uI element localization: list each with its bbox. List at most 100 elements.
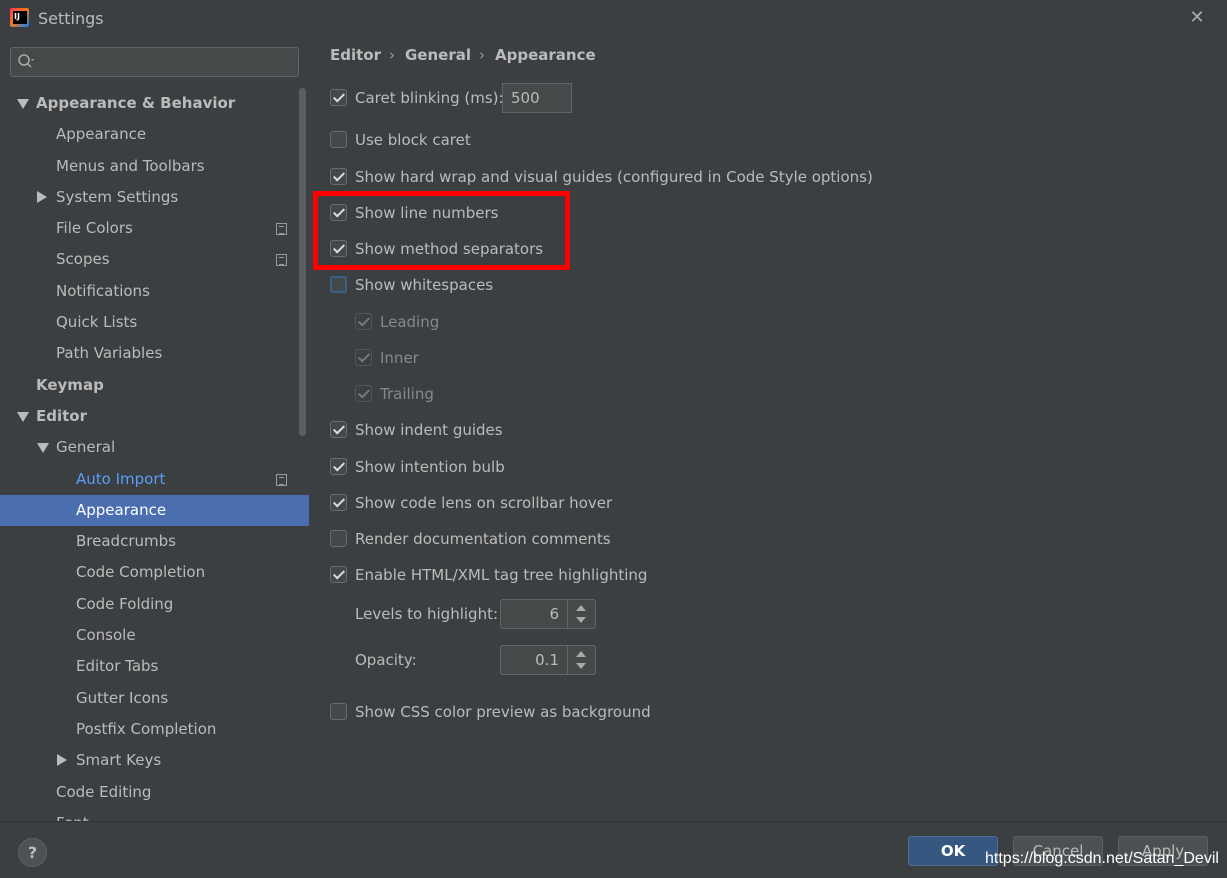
settings-sidebar: Appearance & Behavior Appearance Menus and… bbox=[0, 36, 309, 821]
block-caret-label: Use block caret bbox=[355, 131, 471, 149]
sidebar-scrollbar[interactable] bbox=[299, 88, 306, 436]
levels-value[interactable]: 6 bbox=[549, 600, 559, 628]
intellij-logo-icon bbox=[10, 8, 29, 27]
title-bar: Settings ✕ bbox=[0, 0, 1227, 36]
opacity-spinner[interactable]: 0.1 bbox=[500, 645, 596, 675]
tree-item-label: Smart Keys bbox=[76, 751, 162, 770]
tree-item[interactable]: Gutter Icons bbox=[0, 683, 309, 714]
tree-item-label: Appearance bbox=[76, 500, 167, 519]
tree-item-label: Menus and Toolbars bbox=[56, 156, 205, 175]
tree-item-label: Editor Tabs bbox=[76, 657, 159, 676]
tree-item[interactable]: Quick Lists bbox=[0, 307, 309, 338]
tree-item[interactable]: General bbox=[0, 432, 309, 463]
breadcrumb-item[interactable]: General bbox=[405, 46, 471, 64]
indent-guides-checkbox[interactable] bbox=[330, 421, 347, 438]
tree-item[interactable]: Keymap bbox=[0, 370, 309, 401]
watermark-text: https://blog.csdn.net/Satan_Devil bbox=[985, 850, 1219, 867]
css-preview-checkbox[interactable] bbox=[330, 703, 347, 720]
tree-item-label: Path Variables bbox=[56, 344, 163, 363]
render-docs-checkbox[interactable] bbox=[330, 530, 347, 547]
leading-checkbox bbox=[355, 313, 372, 330]
levels-spinner[interactable]: 6 bbox=[500, 599, 596, 629]
caret-blinking-checkbox[interactable] bbox=[330, 89, 347, 106]
caret-blinking-label: Caret blinking (ms): bbox=[355, 89, 504, 107]
tree-item[interactable]: Console bbox=[0, 620, 309, 651]
spinner-buttons[interactable] bbox=[567, 646, 595, 674]
settings-tree: Appearance & Behavior Appearance Menus and… bbox=[0, 88, 309, 821]
tree-item[interactable]: Smart Keys bbox=[0, 745, 309, 776]
option-intention-bulb[interactable]: Show intention bulb bbox=[330, 455, 550, 479]
chevron-down-icon[interactable] bbox=[17, 99, 29, 109]
option-tag-tree[interactable]: Enable HTML/XML tag tree highlighting bbox=[330, 563, 690, 587]
intention-bulb-checkbox[interactable] bbox=[330, 458, 347, 475]
tree-item[interactable]: Appearance bbox=[0, 494, 309, 527]
tag-tree-checkbox[interactable] bbox=[330, 566, 347, 583]
tree-item-label: Keymap bbox=[36, 375, 104, 394]
chevron-right-icon[interactable] bbox=[57, 754, 67, 767]
tree-item[interactable]: Auto Import bbox=[0, 464, 309, 495]
project-scope-icon bbox=[276, 254, 287, 267]
help-button[interactable]: ? bbox=[18, 838, 47, 867]
block-caret-checkbox[interactable] bbox=[330, 131, 347, 148]
option-whitespaces[interactable]: Show whitespaces bbox=[330, 273, 550, 297]
spinner-down-icon[interactable] bbox=[576, 617, 586, 623]
spinner-buttons[interactable] bbox=[567, 600, 595, 628]
chevron-right-icon: › bbox=[479, 46, 485, 64]
tree-item[interactable]: System Settings bbox=[0, 182, 309, 213]
spinner-up-icon[interactable] bbox=[576, 651, 586, 657]
tree-item[interactable]: Appearance bbox=[0, 119, 309, 150]
tree-item[interactable]: File Colors bbox=[0, 213, 309, 244]
trailing-label: Trailing bbox=[380, 385, 434, 403]
chevron-down-icon[interactable] bbox=[17, 411, 29, 422]
tree-item-label: Appearance bbox=[56, 125, 147, 144]
option-indent-guides[interactable]: Show indent guides bbox=[330, 418, 550, 442]
tree-item[interactable]: Path Variables bbox=[0, 338, 309, 369]
opacity-value[interactable]: 0.1 bbox=[535, 646, 559, 674]
search-icon bbox=[18, 54, 34, 68]
tree-item[interactable]: Code Folding bbox=[0, 589, 309, 620]
tree-item[interactable]: Appearance & Behavior bbox=[0, 88, 309, 119]
hard-wrap-label: Show hard wrap and visual guides (config… bbox=[355, 168, 873, 186]
tree-item[interactable]: Editor Tabs bbox=[0, 651, 309, 682]
tree-item-label: Scopes bbox=[56, 250, 110, 269]
breadcrumb: Editor › General › Appearance bbox=[330, 46, 604, 64]
option-css-preview[interactable]: Show CSS color preview as background bbox=[330, 700, 690, 724]
tree-item-label: Code Editing bbox=[56, 782, 152, 801]
tree-item[interactable]: Font bbox=[0, 808, 309, 821]
spinner-up-icon[interactable] bbox=[576, 605, 586, 611]
option-leading: Leading bbox=[355, 310, 505, 334]
tree-item[interactable]: Editor bbox=[0, 401, 309, 432]
leading-label: Leading bbox=[380, 313, 440, 331]
tree-item[interactable]: Breadcrumbs bbox=[0, 526, 309, 557]
tree-item[interactable]: Code Completion bbox=[0, 557, 309, 588]
tree-item[interactable]: Scopes bbox=[0, 244, 309, 275]
chevron-down-icon[interactable] bbox=[37, 443, 49, 454]
tree-item-label: System Settings bbox=[56, 187, 179, 206]
option-block-caret[interactable]: Use block caret bbox=[330, 128, 630, 152]
opacity-label: Opacity: bbox=[355, 651, 417, 669]
option-trailing: Trailing bbox=[355, 382, 505, 406]
tree-item[interactable]: Postfix Completion bbox=[0, 714, 309, 745]
caret-blinking-input[interactable]: 500 bbox=[502, 83, 572, 113]
intention-bulb-label: Show intention bulb bbox=[355, 458, 505, 476]
whitespaces-checkbox[interactable] bbox=[330, 276, 347, 293]
chevron-right-icon[interactable] bbox=[37, 190, 47, 203]
search-input[interactable] bbox=[10, 47, 299, 77]
tree-item-label: Gutter Icons bbox=[76, 688, 169, 707]
option-hard-wrap[interactable]: Show hard wrap and visual guides (config… bbox=[330, 165, 930, 189]
option-render-docs[interactable]: Render documentation comments bbox=[330, 527, 650, 551]
close-icon[interactable]: ✕ bbox=[1187, 8, 1207, 28]
option-code-lens[interactable]: Show code lens on scrollbar hover bbox=[330, 491, 650, 515]
tree-item[interactable]: Notifications bbox=[0, 276, 309, 307]
css-preview-label: Show CSS color preview as background bbox=[355, 703, 651, 721]
spinner-down-icon[interactable] bbox=[576, 663, 586, 669]
hard-wrap-checkbox[interactable] bbox=[330, 168, 347, 185]
tree-item-label: Appearance & Behavior bbox=[36, 94, 236, 112]
code-lens-checkbox[interactable] bbox=[330, 494, 347, 511]
tree-item[interactable]: Menus and Toolbars bbox=[0, 151, 309, 182]
breadcrumb-item[interactable]: Editor bbox=[330, 46, 381, 64]
tree-item[interactable]: Code Editing bbox=[0, 777, 309, 808]
tree-item-label: Postfix Completion bbox=[76, 719, 217, 738]
tree-item-label: Breadcrumbs bbox=[76, 532, 176, 551]
tree-item-label: Notifications bbox=[56, 281, 150, 300]
